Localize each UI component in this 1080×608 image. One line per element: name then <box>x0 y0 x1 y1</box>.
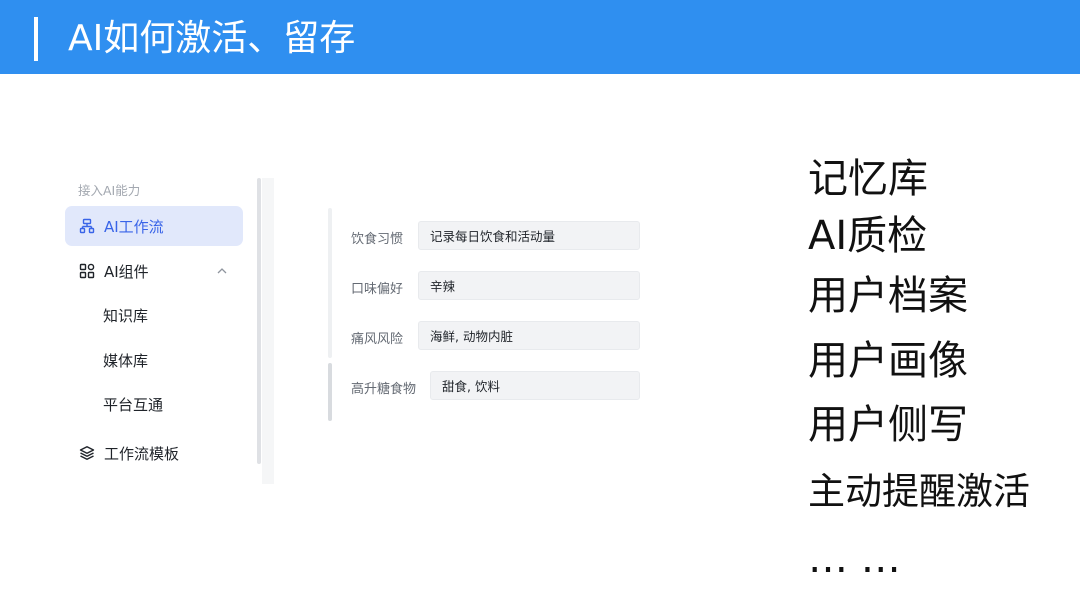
title-accent-bar <box>34 17 38 61</box>
sidebar-item-workflow-templates[interactable]: 工作流模板 <box>65 434 243 472</box>
slide-title: AI如何激活、留存 <box>68 18 356 59</box>
sidebar-item-media-library[interactable]: 媒体库 <box>103 343 148 377</box>
feature-proactive-reminder: 主动提醒激活 <box>808 470 1030 513</box>
sidebar-nav: 接入AI能力 AI工作流 AI组件 知识库 媒体库 平台互通 工作流模板 <box>60 172 275 487</box>
field-label-taste-preference: 口味偏好 <box>351 282 404 297</box>
field-value-taste-preference[interactable]: 辛辣 <box>418 271 640 300</box>
sidebar-item-knowledge-base[interactable]: 知识库 <box>103 298 148 332</box>
feature-user-sketch: 用户侧写 <box>808 402 968 448</box>
field-value-gout-risk[interactable]: 海鲜, 动物内脏 <box>418 321 640 350</box>
feature-memory-bank: 记忆库 <box>808 156 928 202</box>
sidebar-section-label: 接入AI能力 <box>78 183 141 198</box>
sidebar-scrollbar[interactable] <box>257 178 261 464</box>
sidebar-item-label: AI组件 <box>104 262 149 281</box>
feature-user-persona: 用户画像 <box>808 338 968 384</box>
sidebar-item-label: 平台互通 <box>103 395 164 414</box>
sidebar-item-ai-components[interactable]: AI组件 <box>65 252 243 290</box>
components-icon <box>78 262 96 280</box>
sidebar-item-label: AI工作流 <box>104 217 164 236</box>
sidebar-item-label: 工作流模板 <box>104 444 180 463</box>
feature-more-ellipsis: … … <box>808 536 901 582</box>
layers-icon <box>78 444 96 462</box>
sidebar-item-platform-interop[interactable]: 平台互通 <box>103 387 163 421</box>
workflow-icon <box>78 217 96 235</box>
field-label-diet-habit: 饮食习惯 <box>351 232 404 247</box>
feature-user-profile: 用户档案 <box>808 273 968 319</box>
sidebar-item-label: 媒体库 <box>103 351 149 370</box>
form-divider <box>328 208 332 358</box>
user-profile-form: 饮食习惯 记录每日饮食和活动量 口味偏好 辛辣 痛风风险 海鲜, 动物内脏 高升… <box>326 208 656 422</box>
sidebar-scroll-track <box>262 178 274 484</box>
field-value-high-gi-food[interactable]: 甜食, 饮料 <box>430 371 640 400</box>
field-value-diet-habit[interactable]: 记录每日饮食和活动量 <box>418 221 640 250</box>
chevron-up-icon[interactable] <box>215 264 229 278</box>
feature-ai-quality-check: AI质检 <box>808 213 928 259</box>
field-label-high-gi-food: 高升糖食物 <box>351 382 417 397</box>
title-banner: AI如何激活、留存 <box>0 0 1080 74</box>
sidebar-item-ai-workflow[interactable]: AI工作流 <box>65 206 243 246</box>
field-label-gout-risk: 痛风风险 <box>351 332 404 347</box>
form-scrollbar[interactable] <box>328 363 332 421</box>
sidebar-item-label: 知识库 <box>103 306 149 325</box>
